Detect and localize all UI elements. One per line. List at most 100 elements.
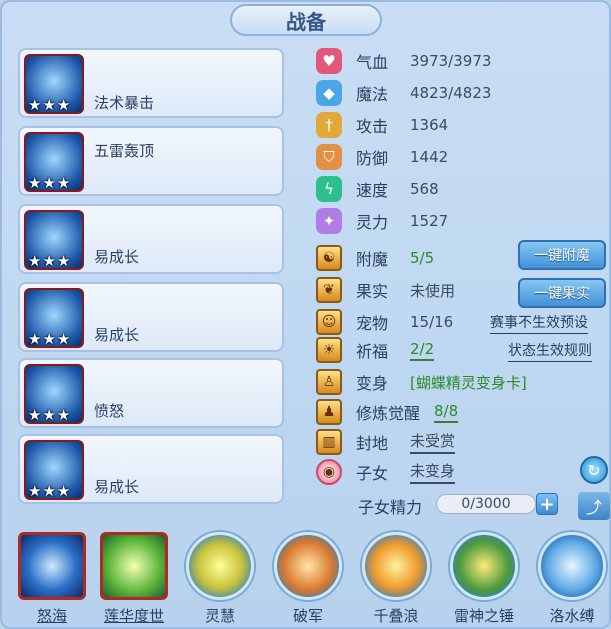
skill-orb[interactable] [274,532,342,600]
one-click-fruit-button[interactable]: 一键果实 [518,278,606,308]
skill-name: 易成长 [94,326,140,344]
share-icon[interactable]: ⤴ [578,492,610,520]
attr-value[interactable]: 8/8 [434,402,459,423]
battle-prep-panel: 战备 ★★★ 法术暴击 ★★★ 五雷轰顶 ★★★ 易成长 ★★★ 易成长 ★★★… [0,0,611,629]
stat-row-attack: † 攻击 1364 [316,110,448,140]
stat-row-mp: ◆ 魔法 4823/4823 [316,78,491,108]
star-rating: ★★★ [28,330,72,348]
star-rating: ★★★ [28,96,72,114]
stat-value: 568 [410,180,439,198]
bottom-skill-label: 莲华度世 [103,607,164,625]
stat-label: 速度 [356,181,389,200]
attr-row-child: ◉ 子女 未变身 [316,458,456,486]
blessing-icon: ☀ [316,337,342,363]
add-energy-button[interactable]: + [536,493,558,515]
attr-value[interactable]: 未受赏 [410,430,456,454]
sword-icon: † [316,112,342,138]
child-energy-bar: 0/3000 [436,494,536,514]
bottom-skill-label: 洛水缚 [549,607,595,625]
skill-orb[interactable] [100,532,168,600]
bottom-skill-label: 灵慧 [204,607,235,625]
child-energy-label: 子女精力 [358,498,423,517]
attr-value: 未使用 [410,281,456,300]
skill-card[interactable]: ★★★ 易成长 [18,204,284,274]
attr-label: 子女 [356,464,389,483]
shield-icon: ⛉ [316,144,342,170]
enchant-icon: ☯ [316,245,342,271]
attr-label: 宠物 [356,314,389,333]
attr-value: 5/5 [410,249,435,267]
attr-label: 果实 [356,282,389,301]
stat-value: 3973/3973 [410,52,492,70]
child-energy-value: 0/3000 [461,496,511,512]
attr-label: 祈福 [356,342,389,361]
skill-card[interactable]: ★★★ 五雷轰顶 [18,126,284,196]
stat-row-hp: ♥ 气血 3973/3973 [316,46,491,76]
stat-label: 魔法 [356,85,389,104]
skill-card[interactable]: ★★★ 易成长 [18,282,284,352]
stat-label: 攻击 [356,117,389,136]
attr-value[interactable]: 未变身 [410,460,456,484]
stat-value: 1364 [410,116,449,134]
attr-row-cultivation: ♟ 修炼觉醒 8/8 [316,398,459,426]
attr-value[interactable]: [蝴蝶精灵变身卡] [410,372,527,393]
stat-label: 气血 [356,53,389,72]
skill-orb[interactable] [186,532,254,600]
bottom-skill-label: 千叠浪 [373,607,419,625]
pet-icon: ☺ [316,309,342,335]
stat-row-spirit: ✦ 灵力 1527 [316,206,448,236]
fief-icon: ▥ [316,429,342,455]
stat-label: 防御 [356,149,389,168]
panel-title: 战备 [230,4,382,36]
attr-row-fief: ▥ 封地 未受赏 [316,428,456,456]
skill-name: 法术暴击 [94,94,155,112]
bottom-skill-label: 破军 [292,607,323,625]
skill-name: 易成长 [94,248,140,266]
attr-label: 封地 [356,434,389,453]
cultivation-icon: ♟ [316,399,342,425]
stat-value: 4823/4823 [410,84,492,102]
skill-name: 五雷轰顶 [94,142,155,160]
stat-label: 灵力 [356,213,389,232]
event-preset-link[interactable]: 赛事不生效预设 [490,312,588,334]
attr-label: 变身 [356,374,389,393]
heart-icon: ♥ [316,48,342,74]
star-rating: ★★★ [28,174,72,192]
skill-card[interactable]: ★★★ 易成长 [18,434,284,504]
skill-name: 愤怒 [94,402,125,420]
skill-orb[interactable] [538,532,606,600]
bottom-skill-label: 怒海 [36,607,67,625]
skill-orb[interactable] [362,532,430,600]
star-rating: ★★★ [28,406,72,424]
refresh-icon[interactable]: ↻ [580,456,608,484]
stat-row-speed: ϟ 速度 568 [316,174,439,204]
one-click-enchant-button[interactable]: 一键附魔 [518,240,606,270]
stat-value: 1442 [410,148,449,166]
attr-row-pet: ☺ 宠物 15/16 [316,308,453,336]
skill-orb[interactable] [18,532,86,600]
attr-row-fruit: ❦ 果实 未使用 [316,276,455,304]
star-rating: ★★★ [28,252,72,270]
panel-title-text: 战备 [286,9,326,34]
stat-value: 1527 [410,212,449,230]
star-rating: ★★★ [28,482,72,500]
status-rules-link[interactable]: 状态生效规则 [508,340,592,362]
sparkle-icon: ✦ [316,208,342,234]
attr-row-blessing: ☀ 祈福 2/2 [316,336,435,364]
skill-name: 易成长 [94,478,140,496]
attr-row-enchant: ☯ 附魔 5/5 [316,244,434,272]
fruit-icon: ❦ [316,277,342,303]
attr-value[interactable]: 2/2 [410,340,435,361]
lightning-icon: ϟ [316,176,342,202]
attr-value: 15/16 [410,313,454,331]
transform-icon: ♙ [316,369,342,395]
skill-card[interactable]: ★★★ 愤怒 [18,358,284,428]
attr-label: 附魔 [356,250,389,269]
skill-orb[interactable] [450,532,518,600]
attr-label: 修炼觉醒 [356,404,421,423]
child-icon: ◉ [316,459,342,485]
skill-card[interactable]: ★★★ 法术暴击 [18,48,284,118]
droplet-icon: ◆ [316,80,342,106]
bottom-skill-label: 雷神之锤 [453,607,514,625]
attr-row-transform: ♙ 变身 [蝴蝶精灵变身卡] [316,368,527,396]
